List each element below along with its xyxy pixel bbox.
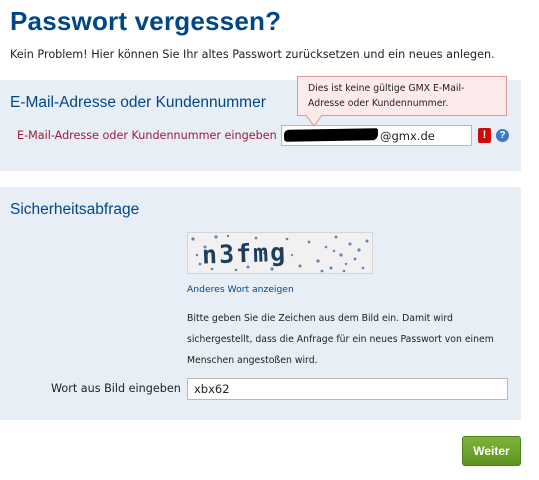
captcha-panel: Sicherheitsabfrage n3fmg Anderes Wort an… bbox=[0, 187, 521, 420]
tooltip-line-1: Dies ist keine gültige GMX E-Mail- bbox=[308, 83, 465, 94]
email-panel-title: E-Mail-Adresse oder Kundennummer bbox=[10, 94, 266, 111]
tooltip-tail bbox=[306, 115, 322, 127]
page-title: Passwort vergessen? bbox=[10, 6, 282, 36]
intro-text: Kein Problem! Hier können Sie Ihr altes … bbox=[10, 48, 495, 61]
reload-captcha-link[interactable]: Anderes Wort anzeigen bbox=[187, 284, 294, 295]
email-field-label: E-Mail-Adresse oder Kundennummer eingebe… bbox=[17, 129, 277, 142]
error-tooltip: Dies ist keine gültige GMX E-Mail- Adres… bbox=[297, 76, 507, 116]
captcha-image: n3fmg bbox=[187, 232, 373, 274]
next-button[interactable]: Weiter bbox=[462, 436, 521, 466]
captcha-field[interactable] bbox=[187, 378, 508, 400]
help-icon[interactable]: ? bbox=[496, 129, 509, 142]
captcha-graphic: n3fmg bbox=[191, 234, 369, 273]
captcha-panel-title: Sicherheitsabfrage bbox=[10, 201, 140, 218]
captcha-text: n3fmg bbox=[201, 238, 287, 270]
captcha-field-label: Wort aus Bild eingeben bbox=[51, 382, 181, 395]
tooltip-line-2: Adresse oder Kundennummer. bbox=[308, 98, 449, 109]
captcha-help-text: Bitte geben Sie die Zeichen aus dem Bild… bbox=[187, 313, 494, 366]
redaction-mark bbox=[283, 128, 379, 142]
error-icon: ! bbox=[478, 128, 491, 143]
